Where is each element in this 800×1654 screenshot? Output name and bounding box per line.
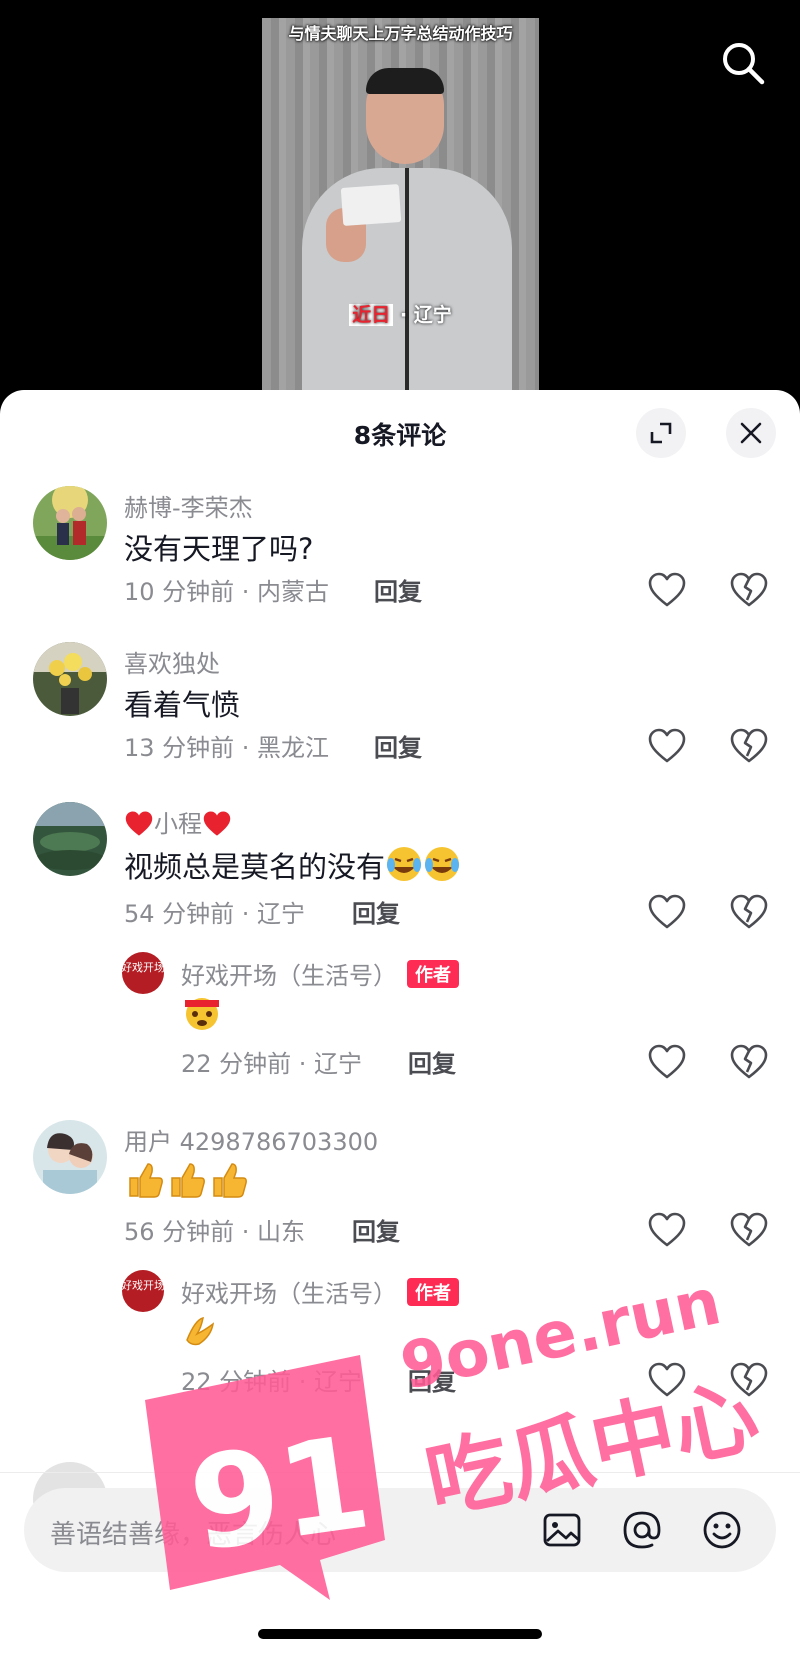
close-button[interactable] xyxy=(726,408,776,458)
angry-headband-emoji-icon xyxy=(185,998,219,1030)
avatar[interactable] xyxy=(33,642,107,716)
expand-icon xyxy=(650,422,672,444)
image-icon[interactable] xyxy=(540,1508,584,1552)
video-area[interactable]: 与情夫聊天上万字总结动作技巧 近日 · 辽宁 xyxy=(0,0,800,400)
heart-icon[interactable] xyxy=(648,728,686,764)
comment-text: 视频总是莫名的没有 xyxy=(124,844,461,886)
reply-text xyxy=(181,992,223,1036)
comment-item[interactable]: 赫博-李荣杰 没有天理了吗? 10 分钟前 · 内蒙古 回复 xyxy=(0,474,800,624)
thumbs-up-emoji-icon xyxy=(129,1163,163,1198)
author-badge: 作者 xyxy=(407,1278,459,1306)
reply-button[interactable]: 回复 xyxy=(374,728,422,763)
video-caption: 与情夫聊天上万字总结动作技巧 xyxy=(288,24,513,43)
broken-heart-icon[interactable] xyxy=(730,572,768,608)
heart-icon[interactable] xyxy=(648,1212,686,1248)
comment-author[interactable]: 赫博-李荣杰 xyxy=(124,488,253,523)
laughing-tears-emoji-icon xyxy=(425,847,460,881)
reply-button[interactable]: 回复 xyxy=(352,894,400,929)
broken-heart-icon[interactable] xyxy=(730,1044,768,1080)
broken-heart-icon[interactable] xyxy=(730,728,768,764)
reply-meta: 22 分钟前 · 辽宁 xyxy=(181,1050,363,1078)
comment-text xyxy=(124,1160,250,1200)
emoji-icon[interactable] xyxy=(700,1508,744,1552)
svg-text:好戏开场: 好戏开场 xyxy=(122,960,164,974)
comment-input[interactable]: 善语结善缘，恶言伤人心 xyxy=(24,1488,776,1572)
avatar[interactable] xyxy=(33,802,107,876)
video-player[interactable]: 与情夫聊天上万字总结动作技巧 近日 · 辽宁 xyxy=(262,18,539,400)
reply-button[interactable]: 回复 xyxy=(374,572,422,607)
comment-item[interactable]: 用户 4298786703300 56 分钟前 · 山东 回复 好戏开场 好戏开… xyxy=(0,1104,800,1404)
comment-input-placeholder: 善语结善缘，恶言伤人心 xyxy=(50,1520,337,1550)
broken-heart-icon[interactable] xyxy=(730,1212,768,1248)
heart-icon[interactable] xyxy=(648,1362,686,1398)
reply-author[interactable]: 好戏开场（生活号） 作者 xyxy=(181,1274,459,1309)
reply-author[interactable]: 好戏开场（生活号） 作者 xyxy=(181,956,459,991)
search-icon[interactable] xyxy=(718,38,768,88)
comment-text: 没有天理了吗? xyxy=(124,532,314,566)
reply-text xyxy=(181,1310,223,1354)
praying-hands-emoji-icon xyxy=(186,1316,215,1346)
comment-author[interactable]: 小程 xyxy=(124,804,232,839)
comment-sheet: 8条评论 赫博-李荣杰 没有天理了吗? 10 分钟前 · 内蒙古 回复 喜欢独处… xyxy=(0,390,800,1654)
video-location: 近日 · 辽宁 xyxy=(262,300,539,327)
reply-meta: 22 分钟前 · 辽宁 xyxy=(181,1368,363,1396)
avatar[interactable] xyxy=(33,486,107,560)
laughing-tears-emoji-icon xyxy=(387,847,422,881)
thumbs-up-emoji-icon xyxy=(213,1163,247,1198)
comment-meta: 54 分钟前 · 辽宁 xyxy=(124,900,306,928)
author-avatar[interactable]: 好戏开场 xyxy=(122,1270,164,1312)
comment-item[interactable]: 小程 视频总是莫名的没有 54 分钟前 · 辽宁 回复 好戏开场 好戏开场（生活… xyxy=(0,786,800,1086)
comment-item[interactable]: 喜欢独处 看着气愤 13 分钟前 · 黑龙江 回复 xyxy=(0,630,800,780)
thumbs-up-emoji-icon xyxy=(171,1163,205,1198)
svg-text:好戏开场: 好戏开场 xyxy=(122,1278,164,1292)
broken-heart-icon[interactable] xyxy=(730,1362,768,1398)
author-avatar[interactable]: 好戏开场 xyxy=(122,952,164,994)
author-badge: 作者 xyxy=(407,960,459,988)
video-id-card xyxy=(340,184,402,226)
close-icon xyxy=(740,422,762,444)
heart-icon[interactable] xyxy=(648,572,686,608)
heart-icon[interactable] xyxy=(648,1044,686,1080)
comment-text: 看着气愤 xyxy=(124,688,241,722)
comment-meta: 10 分钟前 · 内蒙古 xyxy=(124,578,330,606)
comment-author[interactable]: 用户 4298786703300 xyxy=(124,1122,378,1157)
expand-button[interactable] xyxy=(636,408,686,458)
avatar[interactable] xyxy=(33,1120,107,1194)
comment-meta: 13 分钟前 · 黑龙江 xyxy=(124,734,330,762)
at-mention-icon[interactable] xyxy=(620,1508,664,1552)
heart-icon[interactable] xyxy=(648,894,686,930)
home-indicator[interactable] xyxy=(258,1629,542,1639)
comment-meta: 56 分钟前 · 山东 xyxy=(124,1218,306,1246)
broken-heart-icon[interactable] xyxy=(730,894,768,930)
red-heart-icon xyxy=(203,811,231,836)
reply-button[interactable]: 回复 xyxy=(352,1212,400,1247)
comment-author[interactable]: 喜欢独处 xyxy=(124,644,220,679)
comment-sheet-header: 8条评论 xyxy=(0,390,800,474)
divider xyxy=(0,1472,800,1473)
red-heart-icon xyxy=(125,811,153,836)
reply-button[interactable]: 回复 xyxy=(408,1362,456,1397)
reply-button[interactable]: 回复 xyxy=(408,1044,456,1079)
